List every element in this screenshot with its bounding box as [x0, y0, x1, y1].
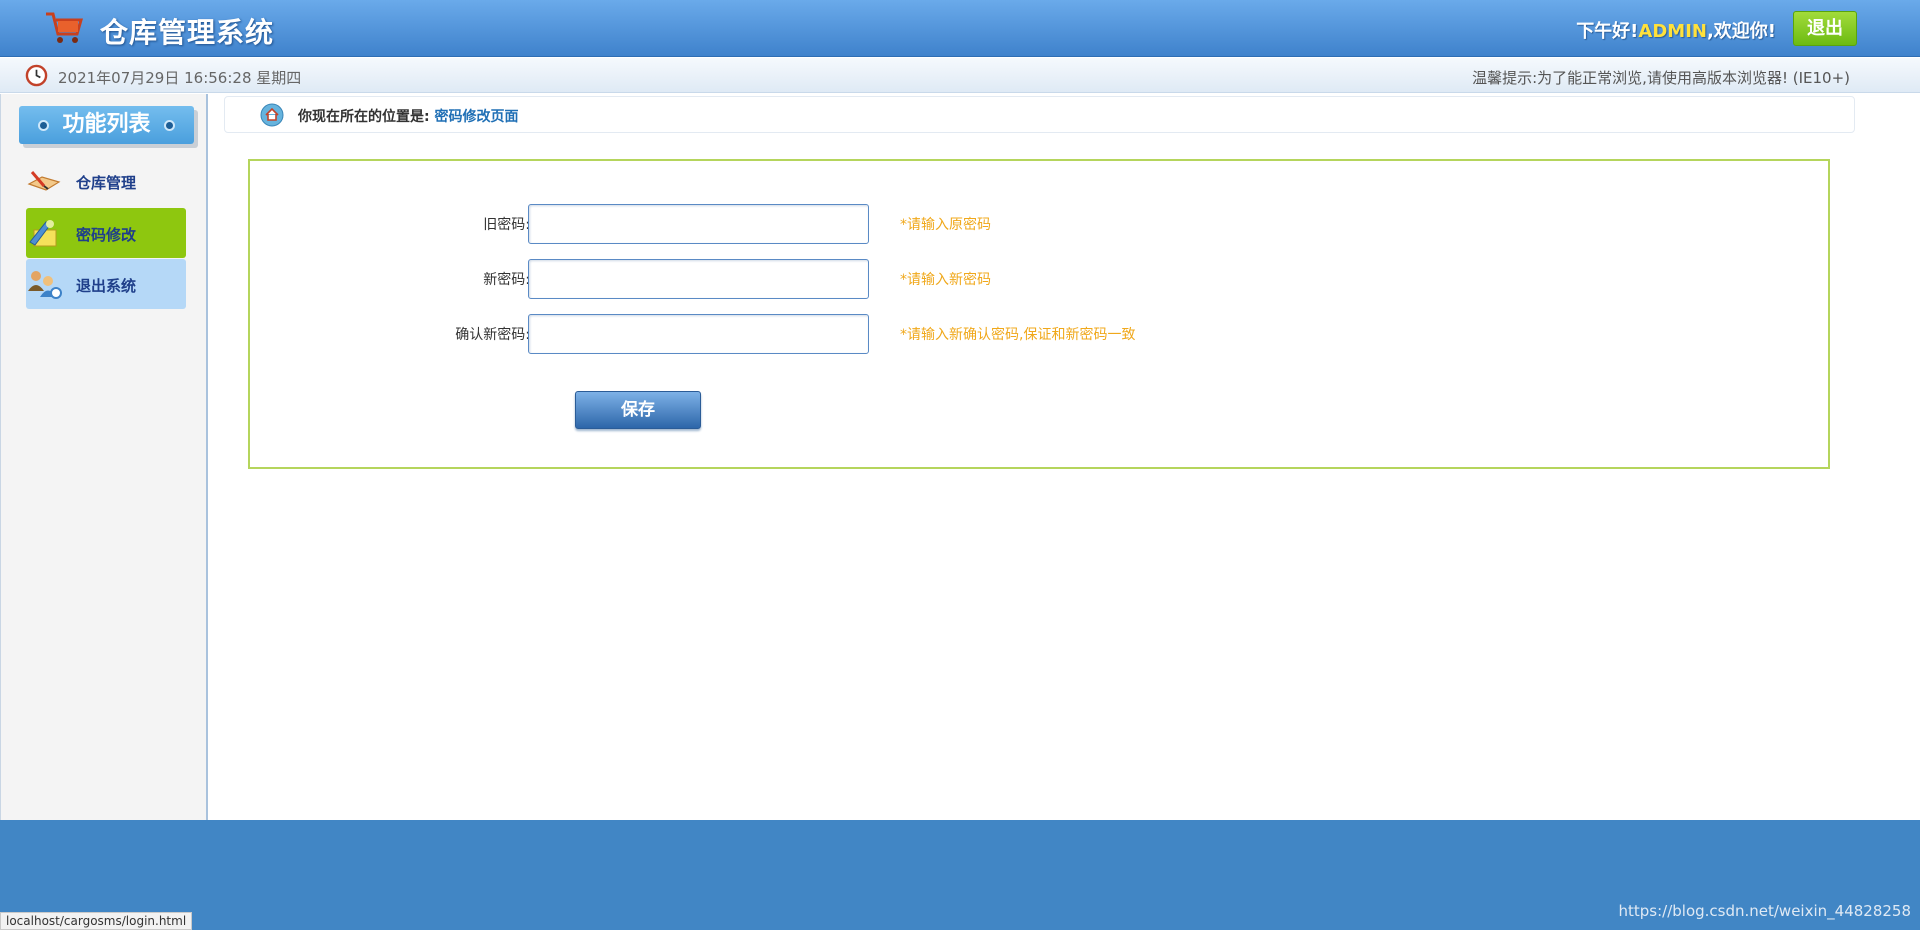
- clock-icon: [25, 64, 48, 87]
- breadcrumb-prefix: 你现在所在的位置是:: [298, 109, 435, 125]
- breadcrumb-label: 你现在所在的位置是: 密码修改页面: [298, 106, 518, 126]
- sidebar: 功能列表 仓库管理 密码修改 退出系统: [0, 94, 208, 820]
- users-exit-icon: [28, 271, 62, 299]
- sidebar-item-label: 密码修改: [76, 226, 137, 244]
- top-header: 仓库管理系统 下午好!ADMIN,欢迎你! 退出: [0, 0, 1920, 57]
- current-datetime: 2021年07月29日 16:56:28 星期四: [58, 69, 302, 87]
- save-button[interactable]: 保存: [575, 391, 701, 429]
- logout-button[interactable]: 退出: [1793, 11, 1857, 46]
- old-password-input[interactable]: [528, 204, 869, 244]
- sidebar-item-password-edit[interactable]: 密码修改: [26, 208, 186, 258]
- password-edit-icon: [29, 220, 57, 247]
- app-title: 仓库管理系统: [100, 16, 275, 49]
- new-password-input[interactable]: [528, 259, 869, 299]
- function-list-title: 功能列表: [19, 106, 194, 144]
- greeting-suffix: ,欢迎你!: [1706, 21, 1776, 42]
- breadcrumb-current-page[interactable]: 密码修改页面: [434, 109, 518, 125]
- sidebar-item-warehouse[interactable]: 仓库管理: [26, 156, 186, 206]
- info-bar: 2021年07月29日 16:56:28 星期四 温馨提示:为了能正常浏览,请使…: [0, 58, 1920, 93]
- greeting-prefix: 下午好!: [1576, 21, 1639, 42]
- shopping-cart-icon: [46, 12, 83, 43]
- greeting-text: 下午好!ADMIN,欢迎你!: [1576, 17, 1776, 43]
- browser-tip: 温馨提示:为了能正常浏览,请使用高版本浏览器! (IE10+): [1472, 69, 1850, 87]
- new-password-hint: *请输入新密码: [900, 272, 991, 288]
- home-icon: [260, 103, 284, 127]
- title-dot-left-icon: [38, 120, 49, 131]
- old-password-hint: *请输入原密码: [900, 217, 991, 233]
- confirm-password-input[interactable]: [528, 314, 869, 354]
- sidebar-item-label: 仓库管理: [76, 174, 137, 192]
- password-form: 旧密码: *请输入原密码 新密码: *请输入新密码 确认新密码: *请输入新确认…: [248, 159, 1830, 469]
- status-bar-url: localhost/cargosms/login.html: [0, 912, 193, 930]
- confirm-password-hint: *请输入新确认密码,保证和新密码一致: [900, 327, 1136, 343]
- breadcrumb: 你现在所在的位置是: 密码修改页面: [224, 96, 1855, 133]
- username: ADMIN: [1638, 21, 1707, 42]
- watermark-url: https://blog.csdn.net/weixin_44828258: [1618, 902, 1911, 920]
- warehouse-icon: [27, 171, 61, 191]
- sidebar-item-label: 退出系统: [76, 277, 137, 295]
- title-dot-right-icon: [164, 120, 175, 131]
- footer-bar: localhost/cargosms/login.html https://bl…: [0, 820, 1920, 930]
- function-list-label: 功能列表: [62, 112, 151, 137]
- old-password-label: 旧密码:: [483, 217, 530, 233]
- confirm-password-label: 确认新密码:: [455, 327, 530, 343]
- sidebar-item-exit-system[interactable]: 退出系统: [26, 259, 186, 309]
- new-password-label: 新密码:: [483, 272, 530, 288]
